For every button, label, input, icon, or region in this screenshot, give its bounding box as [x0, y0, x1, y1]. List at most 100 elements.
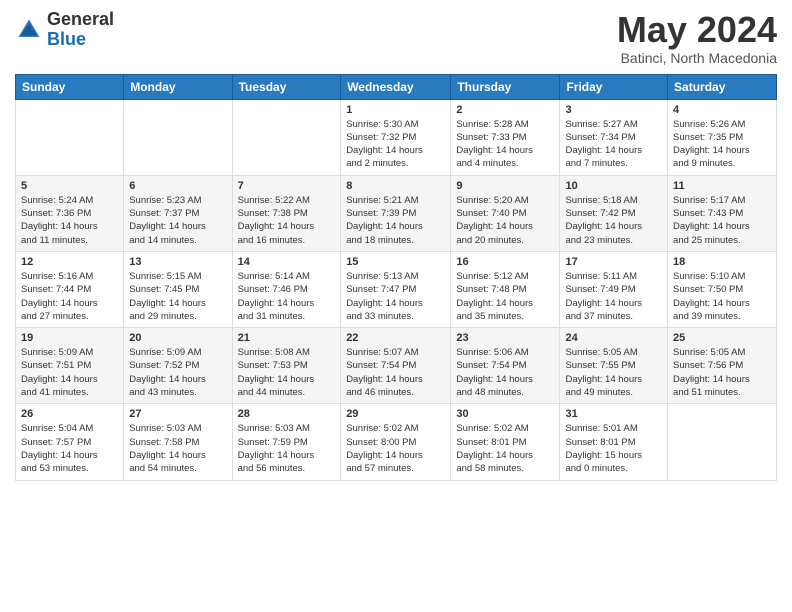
calendar-header-cell: Friday — [560, 74, 668, 99]
calendar-cell: 8 Sunrise: 5:21 AMSunset: 7:39 PMDaylight… — [341, 175, 451, 251]
calendar-cell — [232, 99, 341, 175]
calendar-cell — [668, 404, 777, 480]
calendar-cell: 3 Sunrise: 5:27 AMSunset: 7:34 PMDaylight… — [560, 99, 668, 175]
day-info: Sunrise: 5:18 AMSunset: 7:42 PMDaylight:… — [565, 194, 662, 247]
day-number: 20 — [129, 332, 226, 344]
day-info: Sunrise: 5:16 AMSunset: 7:44 PMDaylight:… — [21, 270, 118, 323]
day-info: Sunrise: 5:03 AMSunset: 7:59 PMDaylight:… — [238, 422, 336, 475]
day-number: 15 — [346, 256, 445, 268]
title-area: May 2024 Batinci, North Macedonia — [617, 10, 777, 66]
day-info: Sunrise: 5:20 AMSunset: 7:40 PMDaylight:… — [456, 194, 554, 247]
calendar-cell: 4 Sunrise: 5:26 AMSunset: 7:35 PMDaylight… — [668, 99, 777, 175]
calendar-header-cell: Monday — [124, 74, 232, 99]
calendar-header-row: SundayMondayTuesdayWednesdayThursdayFrid… — [16, 74, 777, 99]
calendar-cell: 24 Sunrise: 5:05 AMSunset: 7:55 PMDayligh… — [560, 328, 668, 404]
day-number: 28 — [238, 408, 336, 420]
day-number: 27 — [129, 408, 226, 420]
day-info: Sunrise: 5:28 AMSunset: 7:33 PMDaylight:… — [456, 118, 554, 171]
calendar-cell: 17 Sunrise: 5:11 AMSunset: 7:49 PMDayligh… — [560, 251, 668, 327]
calendar-cell: 22 Sunrise: 5:07 AMSunset: 7:54 PMDayligh… — [341, 328, 451, 404]
day-info: Sunrise: 5:30 AMSunset: 7:32 PMDaylight:… — [346, 118, 445, 171]
month-title: May 2024 — [617, 10, 777, 50]
calendar-cell: 27 Sunrise: 5:03 AMSunset: 7:58 PMDayligh… — [124, 404, 232, 480]
day-info: Sunrise: 5:04 AMSunset: 7:57 PMDaylight:… — [21, 422, 118, 475]
day-info: Sunrise: 5:02 AMSunset: 8:01 PMDaylight:… — [456, 422, 554, 475]
day-info: Sunrise: 5:13 AMSunset: 7:47 PMDaylight:… — [346, 270, 445, 323]
day-number: 21 — [238, 332, 336, 344]
day-info: Sunrise: 5:09 AMSunset: 7:52 PMDaylight:… — [129, 346, 226, 399]
calendar-cell: 30 Sunrise: 5:02 AMSunset: 8:01 PMDayligh… — [451, 404, 560, 480]
day-number: 8 — [346, 180, 445, 192]
calendar-cell: 26Sunrise: 5:04 AMSunset: 7:57 PMDayligh… — [16, 404, 124, 480]
day-number: 22 — [346, 332, 445, 344]
calendar-cell: 29 Sunrise: 5:02 AMSunset: 8:00 PMDayligh… — [341, 404, 451, 480]
day-info: Sunrise: 5:06 AMSunset: 7:54 PMDaylight:… — [456, 346, 554, 399]
day-number: 18 — [673, 256, 771, 268]
calendar-week-row: 19Sunrise: 5:09 AMSunset: 7:51 PMDayligh… — [16, 328, 777, 404]
day-info: Sunrise: 5:08 AMSunset: 7:53 PMDaylight:… — [238, 346, 336, 399]
page: General Blue May 2024 Batinci, North Mac… — [0, 0, 792, 496]
calendar-cell: 10Sunrise: 5:18 AMSunset: 7:42 PMDayligh… — [560, 175, 668, 251]
location: Batinci, North Macedonia — [617, 50, 777, 66]
day-number: 13 — [129, 256, 226, 268]
day-info: Sunrise: 5:14 AMSunset: 7:46 PMDaylight:… — [238, 270, 336, 323]
day-number: 12 — [21, 256, 118, 268]
calendar-cell: 1Sunrise: 5:30 AMSunset: 7:32 PMDaylight… — [341, 99, 451, 175]
day-info: Sunrise: 5:26 AMSunset: 7:35 PMDaylight:… — [673, 118, 771, 171]
calendar-cell: 2 Sunrise: 5:28 AMSunset: 7:33 PMDaylight… — [451, 99, 560, 175]
calendar-cell: 23 Sunrise: 5:06 AMSunset: 7:54 PMDayligh… — [451, 328, 560, 404]
day-number: 29 — [346, 408, 445, 420]
calendar-cell: 14Sunrise: 5:14 AMSunset: 7:46 PMDayligh… — [232, 251, 341, 327]
logo-general-text: General — [47, 10, 114, 30]
day-info: Sunrise: 5:15 AMSunset: 7:45 PMDaylight:… — [129, 270, 226, 323]
day-info: Sunrise: 5:05 AMSunset: 7:55 PMDaylight:… — [565, 346, 662, 399]
calendar-header-cell: Thursday — [451, 74, 560, 99]
calendar-week-row: 1Sunrise: 5:30 AMSunset: 7:32 PMDaylight… — [16, 99, 777, 175]
day-number: 2 — [456, 104, 554, 116]
day-info: Sunrise: 5:17 AMSunset: 7:43 PMDaylight:… — [673, 194, 771, 247]
day-number: 25 — [673, 332, 771, 344]
day-info: Sunrise: 5:27 AMSunset: 7:34 PMDaylight:… — [565, 118, 662, 171]
day-number: 17 — [565, 256, 662, 268]
logo: General Blue — [15, 10, 114, 50]
calendar-cell: 20 Sunrise: 5:09 AMSunset: 7:52 PMDayligh… — [124, 328, 232, 404]
day-info: Sunrise: 5:05 AMSunset: 7:56 PMDaylight:… — [673, 346, 771, 399]
day-number: 3 — [565, 104, 662, 116]
calendar-cell: 21 Sunrise: 5:08 AMSunset: 7:53 PMDayligh… — [232, 328, 341, 404]
calendar-cell: 6 Sunrise: 5:23 AMSunset: 7:37 PMDaylight… — [124, 175, 232, 251]
day-info: Sunrise: 5:12 AMSunset: 7:48 PMDaylight:… — [456, 270, 554, 323]
calendar-cell: 5Sunrise: 5:24 AMSunset: 7:36 PMDaylight… — [16, 175, 124, 251]
day-number: 9 — [456, 180, 554, 192]
day-number: 23 — [456, 332, 554, 344]
calendar-cell: 19Sunrise: 5:09 AMSunset: 7:51 PMDayligh… — [16, 328, 124, 404]
calendar-cell: 18 Sunrise: 5:10 AMSunset: 7:50 PMDayligh… — [668, 251, 777, 327]
day-info: Sunrise: 5:22 AMSunset: 7:38 PMDaylight:… — [238, 194, 336, 247]
day-info: Sunrise: 5:02 AMSunset: 8:00 PMDaylight:… — [346, 422, 445, 475]
calendar-table: SundayMondayTuesdayWednesdayThursdayFrid… — [15, 74, 777, 481]
calendar-cell: 13 Sunrise: 5:15 AMSunset: 7:45 PMDayligh… — [124, 251, 232, 327]
day-info: Sunrise: 5:23 AMSunset: 7:37 PMDaylight:… — [129, 194, 226, 247]
calendar-week-row: 26Sunrise: 5:04 AMSunset: 7:57 PMDayligh… — [16, 404, 777, 480]
day-number: 30 — [456, 408, 554, 420]
day-number: 5 — [21, 180, 118, 192]
day-number: 6 — [129, 180, 226, 192]
day-info: Sunrise: 5:09 AMSunset: 7:51 PMDaylight:… — [21, 346, 118, 399]
header: General Blue May 2024 Batinci, North Mac… — [15, 10, 777, 66]
logo-blue-text: Blue — [47, 30, 114, 50]
day-info: Sunrise: 5:03 AMSunset: 7:58 PMDaylight:… — [129, 422, 226, 475]
calendar-header-cell: Sunday — [16, 74, 124, 99]
day-info: Sunrise: 5:07 AMSunset: 7:54 PMDaylight:… — [346, 346, 445, 399]
day-info: Sunrise: 5:10 AMSunset: 7:50 PMDaylight:… — [673, 270, 771, 323]
logo-text: General Blue — [47, 10, 114, 50]
calendar-cell: 15 Sunrise: 5:13 AMSunset: 7:47 PMDayligh… — [341, 251, 451, 327]
day-number: 4 — [673, 104, 771, 116]
day-number: 24 — [565, 332, 662, 344]
calendar-cell: 16Sunrise: 5:12 AMSunset: 7:48 PMDayligh… — [451, 251, 560, 327]
day-info: Sunrise: 5:01 AMSunset: 8:01 PMDaylight:… — [565, 422, 662, 475]
calendar-cell: 12 Sunrise: 5:16 AMSunset: 7:44 PMDayligh… — [16, 251, 124, 327]
day-info: Sunrise: 5:11 AMSunset: 7:49 PMDaylight:… — [565, 270, 662, 323]
calendar-cell: 7Sunrise: 5:22 AMSunset: 7:38 PMDaylight… — [232, 175, 341, 251]
calendar-cell: 9 Sunrise: 5:20 AMSunset: 7:40 PMDaylight… — [451, 175, 560, 251]
day-info: Sunrise: 5:21 AMSunset: 7:39 PMDaylight:… — [346, 194, 445, 247]
calendar-cell — [16, 99, 124, 175]
